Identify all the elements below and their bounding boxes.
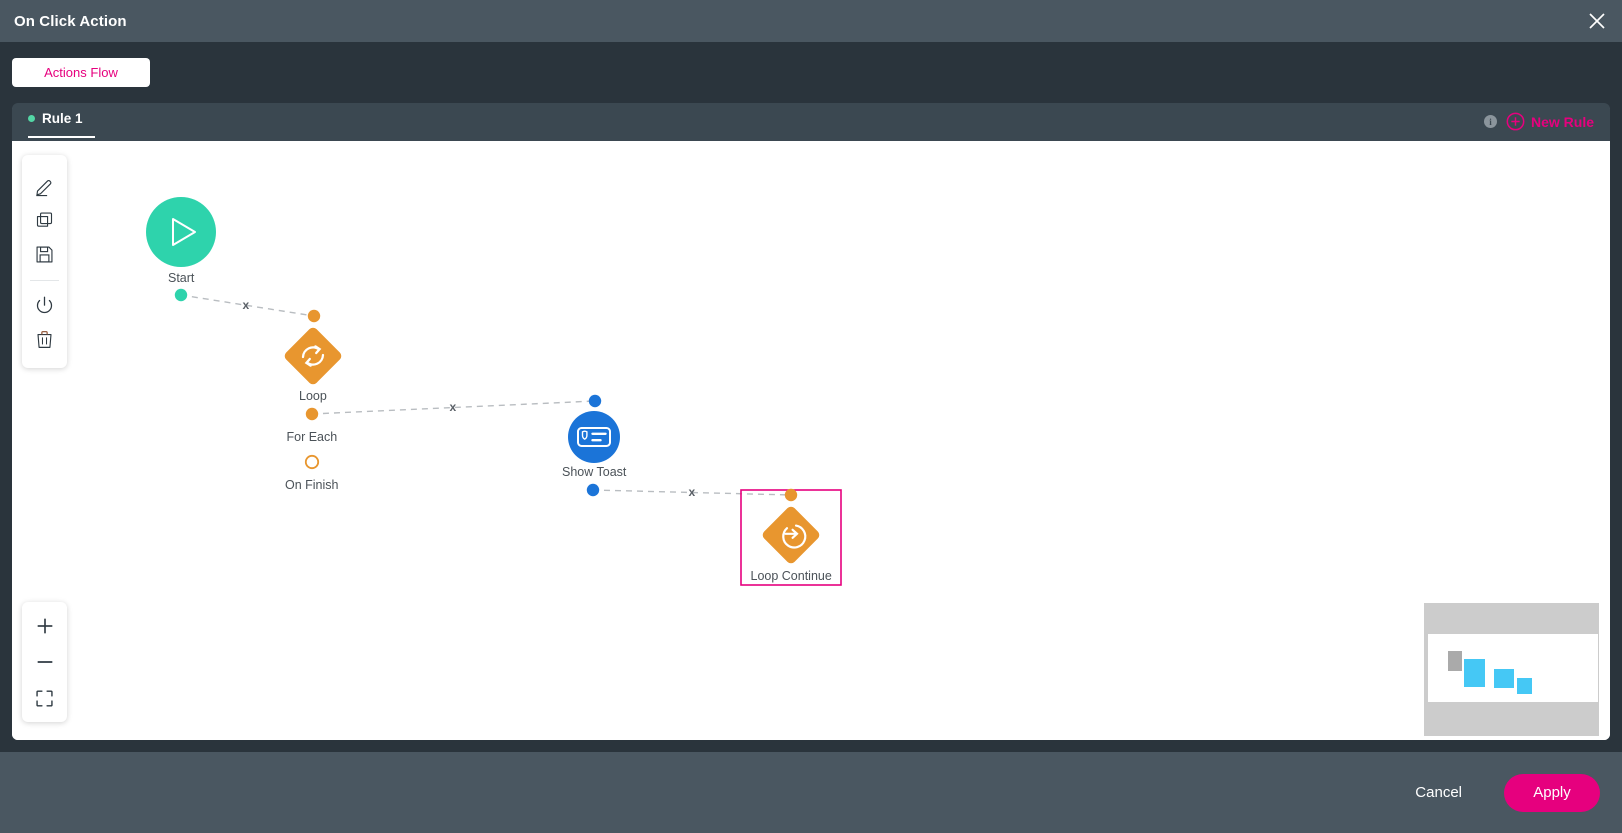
delete-tool-button[interactable]	[29, 322, 61, 356]
node-show-toast[interactable]	[568, 411, 620, 463]
on-click-action-dialog: On Click Action Actions Flow Rule 1 i Ne…	[0, 0, 1622, 833]
node-loop[interactable]	[283, 326, 344, 387]
node-label-start: Start	[168, 271, 195, 285]
minimap-node-show-toast	[1494, 669, 1514, 688]
fit-to-screen-icon	[36, 689, 53, 707]
rule-header-actions: i New Rule	[1483, 112, 1594, 131]
fit-to-screen-button[interactable]	[28, 680, 62, 716]
loop-on-finish-port[interactable]	[304, 454, 320, 470]
edge-start-to-loop-delete-marker[interactable]: x	[243, 298, 250, 312]
minus-icon	[37, 661, 52, 663]
port-label-loop-for-each-port: For Each	[286, 430, 338, 444]
rule-panel: Rule 1 i New Rule x x x Start Loop For Each On…	[12, 103, 1610, 740]
plus-icon	[37, 618, 52, 634]
page-title: On Click Action	[14, 12, 127, 30]
copy-icon	[36, 211, 53, 227]
node-start[interactable]	[146, 197, 216, 267]
save-tool-button[interactable]	[29, 237, 61, 271]
show-toast-output-port[interactable]	[586, 483, 600, 497]
pencil-icon	[36, 179, 52, 196]
node-loop-continue[interactable]	[761, 505, 822, 566]
node-label-loop: Loop	[299, 389, 327, 403]
loop-continue-shape	[762, 506, 820, 564]
minimap-viewport[interactable]	[1428, 634, 1598, 702]
edge-loop-to-show-toast-delete-marker[interactable]: x	[450, 400, 457, 414]
rule-header: Rule 1 i New Rule	[12, 103, 1610, 141]
edge-show-toast-to-loop-continue-delete-marker[interactable]: x	[689, 485, 696, 499]
show-toast-shape	[568, 411, 620, 463]
new-rule-button[interactable]: New Rule	[1506, 112, 1594, 131]
minimap[interactable]	[1424, 603, 1599, 736]
minimap-node-loop-continue	[1517, 678, 1532, 694]
tab-actions-flow-label: Actions Flow	[44, 65, 118, 80]
loop-continue-input-port[interactable]	[784, 488, 798, 502]
minimap-node-loop	[1464, 659, 1485, 687]
loop-shape	[284, 327, 342, 385]
flow-graph	[146, 197, 842, 586]
tab-actions-flow[interactable]: Actions Flow	[12, 58, 150, 87]
rule-tab-label: Rule 1	[42, 111, 83, 126]
power-tool-button[interactable]	[29, 288, 61, 322]
dialog-header: On Click Action	[0, 0, 1622, 42]
duplicate-tool-button[interactable]	[29, 203, 61, 237]
start-shape	[146, 197, 216, 267]
start-output-port[interactable]	[174, 288, 188, 302]
dialog-footer: Cancel Apply	[0, 752, 1622, 833]
cancel-button[interactable]: Cancel	[1415, 784, 1462, 801]
top-tab-bar: Actions Flow	[0, 42, 1622, 104]
loop-input-port[interactable]	[307, 309, 321, 323]
node-label-show-toast: Show Toast	[562, 465, 627, 479]
rule-tab-rule-1[interactable]: Rule 1	[28, 111, 83, 126]
power-icon	[36, 296, 53, 313]
node-label-loop-continue: Loop Continue	[750, 569, 832, 583]
zoom-controls	[22, 602, 67, 722]
rule-tab-active-underline	[28, 136, 95, 138]
minimap-node-start	[1448, 651, 1462, 671]
zoom-out-button[interactable]	[28, 644, 62, 680]
apply-button[interactable]: Apply	[1504, 773, 1600, 812]
rule-status-dot	[28, 115, 35, 122]
close-icon[interactable]	[1586, 10, 1608, 32]
loop-for-each-port[interactable]	[305, 407, 319, 421]
port-label-loop-on-finish-port: On Finish	[285, 478, 339, 492]
trash-icon	[37, 330, 52, 348]
edit-tool-button[interactable]	[29, 169, 61, 203]
info-icon[interactable]: i	[1483, 115, 1497, 128]
zoom-in-button[interactable]	[28, 608, 62, 644]
toolbar-divider	[30, 280, 59, 281]
new-rule-label: New Rule	[1530, 113, 1594, 130]
canvas-toolbar	[22, 155, 67, 368]
show-toast-input-port[interactable]	[588, 394, 602, 408]
plus-circle-icon	[1506, 112, 1525, 131]
flow-canvas[interactable]: x x x Start Loop For Each On Finish Show Toast L…	[12, 141, 1610, 740]
save-icon	[36, 245, 53, 263]
